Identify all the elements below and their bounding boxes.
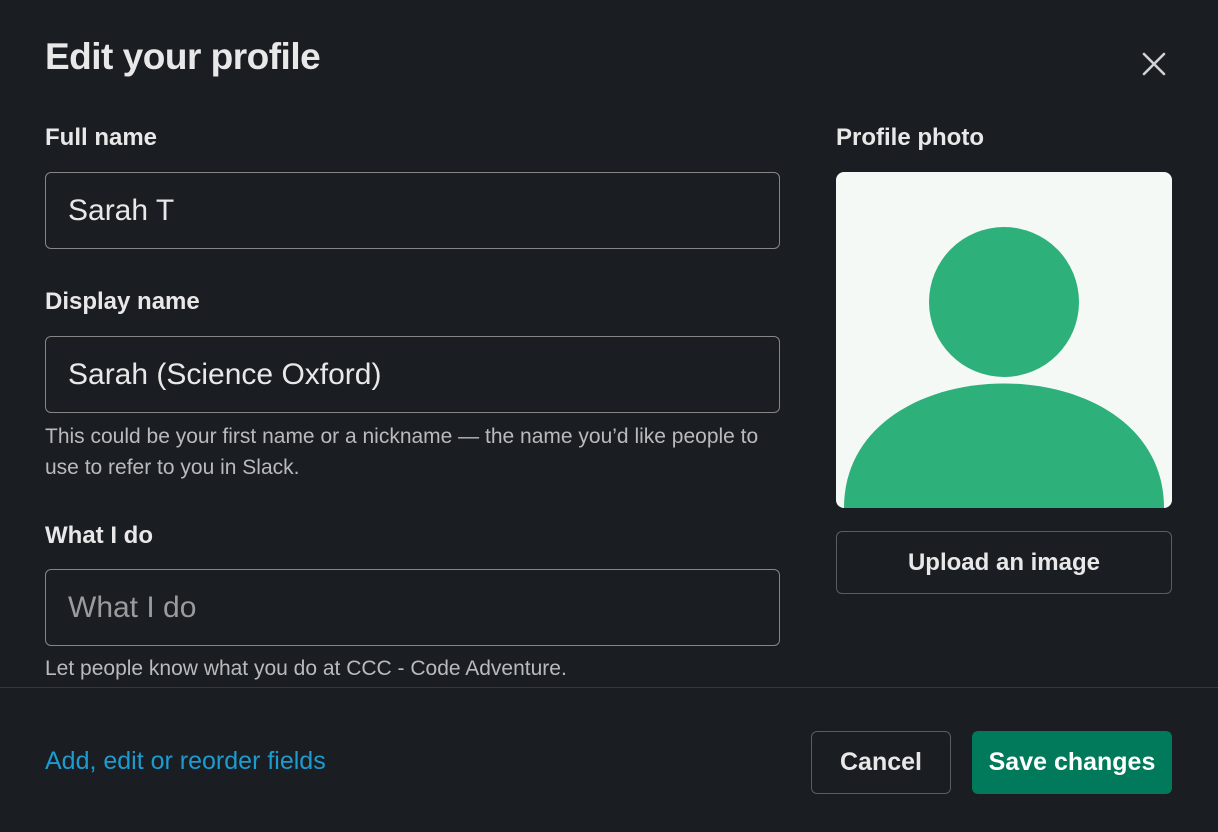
what-i-do-input[interactable] [45,569,780,646]
footer-divider [0,687,1218,688]
save-changes-button[interactable]: Save changes [972,731,1172,794]
edit-profile-modal: Edit your profile Full name Display name… [0,0,1218,832]
close-button[interactable] [1134,44,1174,84]
display-name-hint: This could be your first name or a nickn… [45,425,759,479]
profile-photo [836,172,1172,508]
what-i-do-hint: Let people know what you do at CCC - Cod… [45,657,567,680]
default-avatar-icon [844,227,1164,508]
upload-image-button[interactable]: Upload an image [836,531,1172,594]
display-name-input[interactable] [45,336,780,413]
profile-photo-label: Profile photo [836,124,984,151]
full-name-label: Full name [45,124,158,151]
full-name-input[interactable] [45,172,780,249]
modal-title: Edit your profile [45,36,321,77]
close-icon [1142,52,1166,76]
cancel-button[interactable]: Cancel [811,731,951,794]
edit-fields-link[interactable]: Add, edit or reorder fields [45,747,326,776]
display-name-label: Display name [45,288,200,315]
what-i-do-label: What I do [45,522,153,549]
